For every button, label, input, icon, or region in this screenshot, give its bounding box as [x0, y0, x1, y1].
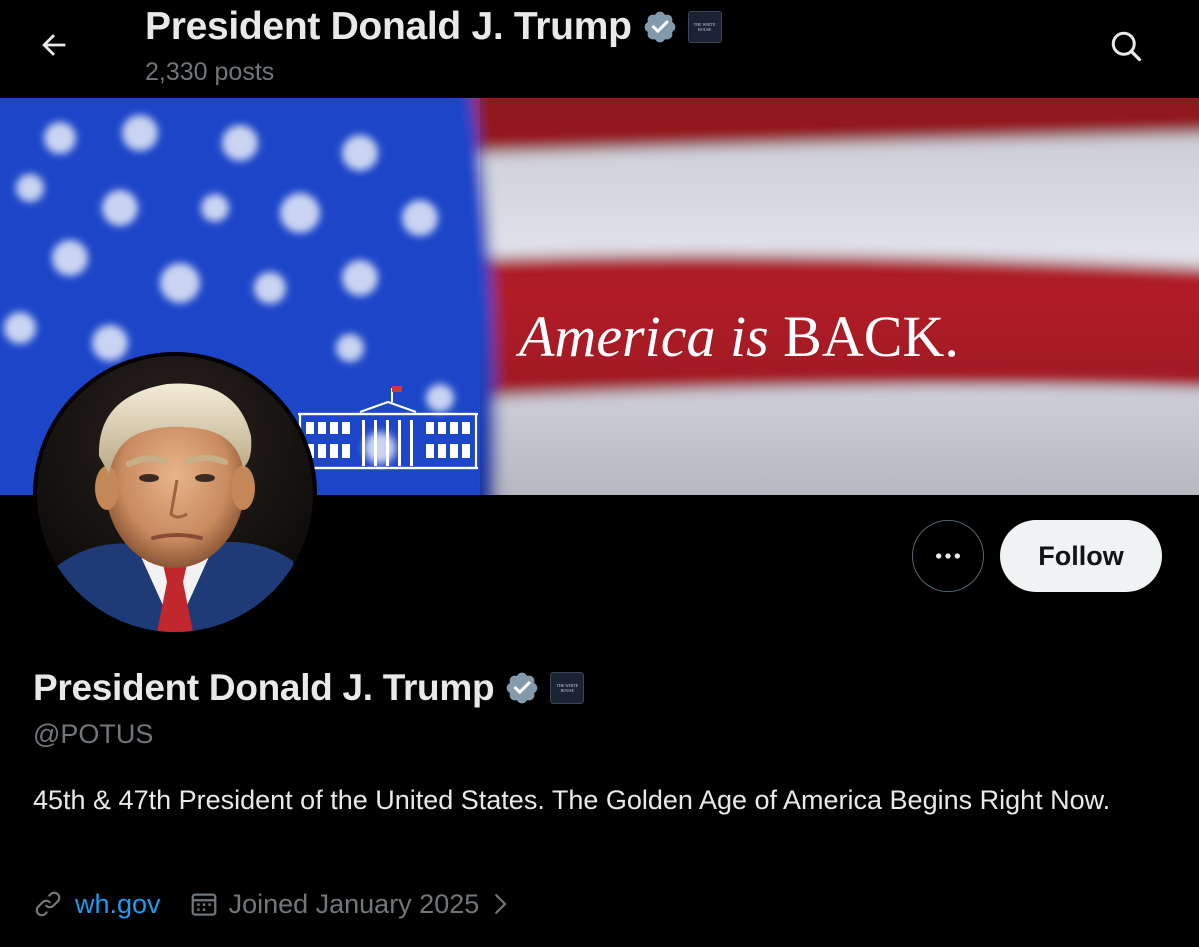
- search-icon: [1111, 31, 1142, 62]
- white-house-logo: [294, 382, 482, 479]
- link-icon: [35, 891, 61, 917]
- profile-name-row: President Donald J. Trump THE WHITE HOUS…: [33, 664, 585, 712]
- header-name-row: President Donald J. Trump THE WHITE HOUS…: [145, 4, 722, 50]
- avatar-image: [37, 356, 313, 632]
- verified-badge-icon[interactable]: [504, 670, 540, 706]
- chevron-right-icon: [489, 889, 511, 919]
- verified-badge-icon[interactable]: [642, 9, 678, 45]
- website-item: wh.gov: [33, 889, 161, 920]
- more-options-icon: [936, 553, 960, 559]
- profile-bio: 45th & 47th President of the United Stat…: [33, 785, 1111, 815]
- white-house-affiliation-badge[interactable]: THE WHITE HOUSE: [687, 11, 722, 43]
- follow-button[interactable]: Follow: [1000, 520, 1162, 592]
- banner-slogan-caps: BACK.: [783, 304, 959, 369]
- website-link[interactable]: wh.gov: [75, 889, 161, 920]
- posts-count: 2,330 posts: [145, 58, 275, 86]
- affiliation-badge-text: THE WHITE HOUSE: [693, 22, 716, 32]
- profile-handle: @POTUS: [33, 719, 154, 749]
- joined-date: Joined January 2025: [228, 888, 480, 919]
- arrow-left-icon: [42, 34, 66, 56]
- more-options-button[interactable]: [912, 520, 984, 592]
- banner-slogan-italic: America is: [519, 304, 769, 369]
- profile-header-bar: President Donald J. Trump THE WHITE HOUS…: [0, 0, 1199, 98]
- header-titles: President Donald J. Trump THE WHITE HOUS…: [145, 4, 722, 87]
- banner-slogan: America is BACK.: [519, 303, 959, 370]
- affiliation-badge-text: THE WHITE HOUSE: [556, 683, 579, 693]
- white-house-affiliation-badge[interactable]: THE WHITE HOUSE: [550, 672, 585, 704]
- calendar-icon: [191, 893, 216, 916]
- profile-display-name: President Donald J. Trump: [33, 667, 495, 708]
- joined-item[interactable]: Joined January 2025: [189, 889, 512, 920]
- avatar[interactable]: [33, 352, 317, 636]
- search-button[interactable]: [1100, 20, 1152, 72]
- back-button[interactable]: [26, 22, 82, 68]
- header-display-name: President Donald J. Trump: [145, 5, 632, 48]
- profile-meta-row: wh.gov Joined January 2025: [33, 884, 511, 924]
